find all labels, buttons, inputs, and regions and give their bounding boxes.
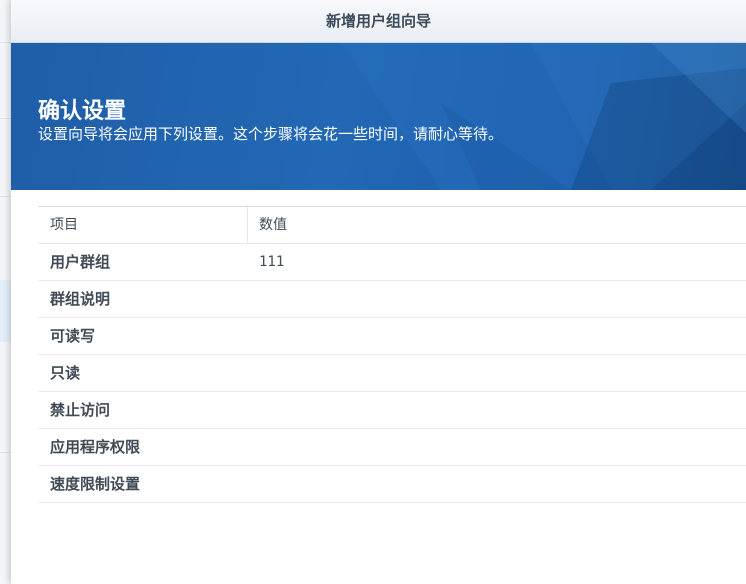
table-row: 禁止访问 — [38, 392, 746, 429]
row-item: 用户群组 — [50, 253, 111, 271]
row-item: 应用程序权限 — [50, 438, 141, 456]
step-description: 设置向导将会应用下列设置。这个步骤将会花一些时间，请耐心等待。 — [38, 125, 504, 143]
row-value — [247, 429, 746, 465]
column-header-item[interactable]: 项目 — [38, 207, 248, 243]
table-row: 可读写 — [38, 318, 746, 355]
row-value — [247, 392, 746, 428]
row-value — [247, 466, 746, 502]
row-item: 可读写 — [50, 327, 96, 345]
row-value — [247, 318, 746, 354]
row-value: 111 — [259, 254, 285, 270]
row-item: 群组说明 — [50, 290, 111, 308]
window-title[interactable]: 新增用户组向导 — [11, 0, 746, 43]
wizard-window: 新增用户组向导 确认设置 设置向导将会应用下列设置。这个步骤将会花一些时间，请耐… — [11, 0, 746, 584]
table-row: 群组说明 — [38, 281, 746, 318]
settings-table: 项目 数值 用户群组 111 群组说明 可读写 只读 禁止访问 应用程序权限 速… — [38, 206, 746, 503]
table-row: 速度限制设置 — [38, 466, 746, 503]
divider — [0, 196, 11, 197]
wizard-banner: 确认设置 设置向导将会应用下列设置。这个步骤将会花一些时间，请耐心等待。 — [11, 43, 746, 190]
row-item: 只读 — [50, 364, 81, 382]
row-item: 速度限制设置 — [50, 475, 141, 493]
background-selected-item — [0, 280, 11, 342]
row-value — [247, 355, 746, 391]
column-header-value[interactable]: 数值 — [248, 207, 746, 243]
divider — [0, 42, 11, 43]
divider — [0, 118, 11, 119]
divider — [0, 452, 11, 453]
table-row: 只读 — [38, 355, 746, 392]
row-value — [247, 281, 746, 317]
table-header: 项目 数值 — [38, 206, 746, 244]
table-row: 应用程序权限 — [38, 429, 746, 466]
row-item: 禁止访问 — [50, 401, 111, 419]
step-heading: 确认设置 — [38, 99, 127, 124]
table-row: 用户群组 111 — [38, 244, 746, 281]
